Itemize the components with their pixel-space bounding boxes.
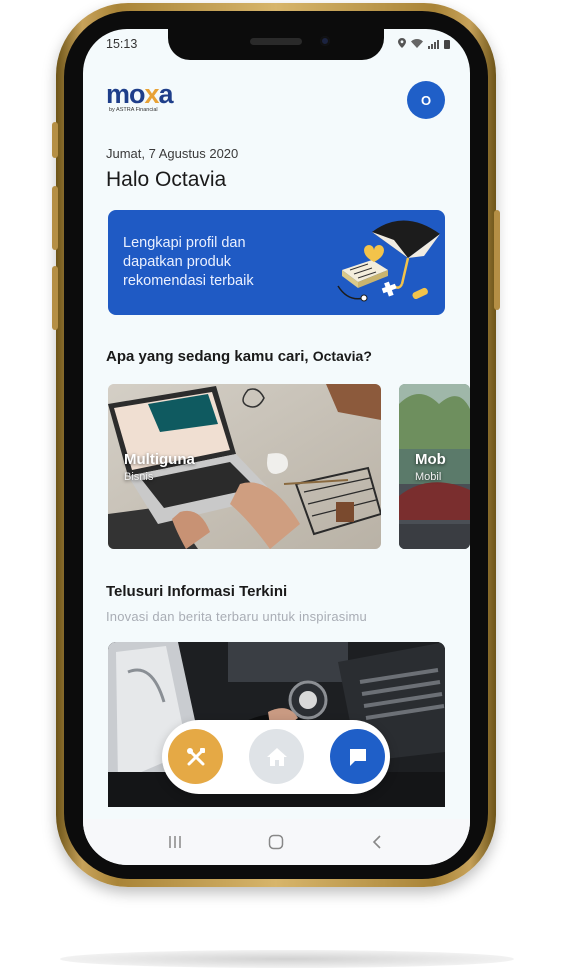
home-icon [266,747,287,766]
recents-button[interactable] [160,829,190,855]
volume-up-button [52,186,58,250]
signal-icon [428,40,439,49]
news-section-subtitle: Inovasi dan berita terbaru untuk inspira… [106,609,367,624]
insurance-illustration-icon [337,220,440,302]
volume-down-button [52,266,58,330]
banner-text: Lengkapi profil dan dapatkan produk reko… [123,235,254,289]
category-title: Mob [415,451,446,468]
logo-text-x: x [144,79,160,109]
category-card-mobil[interactable]: Mob Mobil [399,384,470,549]
home-nav-button[interactable] [261,829,291,855]
moxa-logo: moxa by ASTRA Financial [106,79,174,114]
category-title: Multiguna [124,451,195,468]
wifi-icon [411,38,423,51]
home-circle-icon [268,834,284,850]
category-subtitle: Bisnis [124,471,154,483]
battery-icon [444,40,450,49]
complete-profile-banner[interactable]: Lengkapi profil dan dapatkan produk reko… [108,210,445,315]
category-card-multiguna[interactable]: Multiguna Bisnis [108,384,381,549]
tools-icon [186,747,205,765]
front-camera [320,36,330,46]
status-icons [398,38,450,51]
android-navigation-bar [83,819,470,865]
power-button [494,210,500,310]
current-date: Jumat, 7 Agustus 2020 [106,146,239,161]
home-button[interactable] [249,729,304,784]
tools-button[interactable] [168,729,223,784]
status-time: 15:13 [106,37,138,51]
news-section-title: Telusuri Informasi Terkini [106,583,288,600]
speaker [250,38,302,45]
back-button[interactable] [362,829,392,855]
chat-icon [349,748,366,766]
recents-icon [169,836,181,848]
floating-action-bar [162,720,390,794]
notch [168,29,384,60]
location-icon [398,38,406,51]
phone-shadow [60,950,514,968]
logo-text-a: a [158,79,174,109]
back-icon [372,835,381,849]
search-section-title: Apa yang sedang kamu cari, Octavia? [106,348,372,365]
mute-switch [52,122,58,158]
category-subtitle: Mobil [415,471,442,483]
logo-text-mo: mo [106,79,145,109]
profile-avatar-button[interactable]: O [407,81,445,119]
app-screen: 15:13 moxa by ASTRA Financial O Jumat, 7… [83,29,470,865]
greeting-title: Halo Octavia [106,168,227,191]
chat-button[interactable] [330,729,385,784]
